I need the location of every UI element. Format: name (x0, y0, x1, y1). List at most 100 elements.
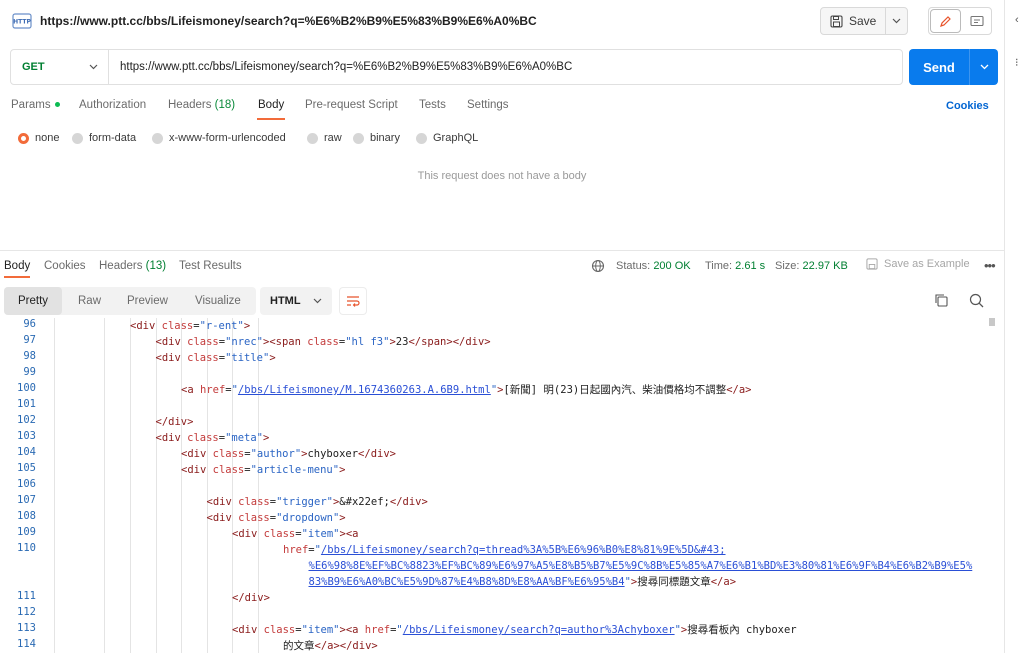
tab-authorization[interactable]: Authorization (79, 99, 146, 111)
tab-headers[interactable]: Headers (18) (168, 99, 235, 111)
code-line: </div> (155, 416, 194, 428)
save-dropdown[interactable] (886, 8, 907, 34)
line-number: 100 (17, 382, 36, 394)
radio-binary[interactable]: binary (353, 132, 400, 144)
line-number: 109 (17, 526, 36, 538)
comment-icon (969, 15, 984, 26)
comments-button[interactable] (962, 8, 991, 34)
indent-guide (156, 318, 157, 653)
collapse-arrow-icon[interactable]: ‹ (1015, 14, 1019, 26)
save-main-button[interactable]: Save (821, 8, 887, 34)
search-icon[interactable] (969, 293, 984, 308)
indent-guide (207, 318, 208, 653)
time-readout: Time: 2.61 s (705, 260, 766, 272)
response-tab-test-results[interactable]: Test Results (179, 260, 242, 272)
line-number: 110 (17, 542, 36, 554)
wrap-lines-icon (347, 296, 360, 307)
view-pretty[interactable]: Pretty (4, 287, 63, 315)
time-value: 2.61 s (735, 260, 766, 272)
method-label: GET (22, 61, 45, 73)
line-number: 111 (17, 590, 36, 602)
save-button[interactable]: Save (820, 7, 908, 35)
view-raw[interactable]: Raw (78, 287, 101, 315)
send-button[interactable]: Send (909, 49, 998, 85)
response-view-selector: Pretty Raw Preview Visualize (4, 287, 256, 315)
line-number: 97 (23, 334, 36, 346)
params-indicator (54, 102, 60, 108)
tab-prerequest-script[interactable]: Pre-request Script (305, 99, 398, 111)
radio-form-data[interactable]: form-data (72, 132, 136, 144)
radio-selected-icon (18, 132, 29, 144)
format-select[interactable]: HTML (260, 287, 332, 315)
scrollbar-thumb[interactable] (989, 318, 995, 326)
copy-icon[interactable] (934, 293, 948, 307)
radio-graphql[interactable]: GraphQL (416, 132, 478, 144)
tab-params[interactable]: Params (11, 99, 60, 111)
response-tab-headers[interactable]: Headers (13) (99, 260, 166, 272)
code-line: <div class="trigger">&#x22ef;</div> (206, 496, 428, 508)
code-line: <div class="title"> (155, 352, 276, 364)
sidebar-toggle-icon[interactable]: ⁝ (1015, 56, 1019, 69)
tab-body[interactable]: Body (258, 99, 284, 111)
view-preview[interactable]: Preview (127, 287, 168, 315)
code-line: <div class="dropdown"> (206, 512, 346, 524)
indent-guide (54, 318, 55, 653)
tab-settings[interactable]: Settings (467, 99, 509, 111)
line-number: 108 (17, 510, 36, 522)
edit-mode-button[interactable] (930, 9, 961, 33)
radio-raw[interactable]: raw (307, 132, 342, 144)
code-line: <div class="item"><a href="/bbs/Lifeismo… (232, 624, 797, 636)
format-label: HTML (270, 295, 301, 307)
tab-tests[interactable]: Tests (419, 99, 446, 111)
method-select[interactable]: GET (11, 50, 109, 84)
indent-guide (104, 318, 105, 653)
view-visualize[interactable]: Visualize (195, 287, 241, 315)
line-number: 98 (23, 350, 36, 362)
code-line: <div class="article-menu"> (181, 464, 346, 476)
more-options-icon[interactable]: ••• (984, 258, 996, 273)
editor-mode-toggle (928, 7, 992, 35)
code-line: <a href="/bbs/Lifeismoney/M.1674360263.A… (181, 384, 752, 396)
line-number: 104 (17, 446, 36, 458)
code-line: 83%B9%E6%A0%BC%E5%9D%87%E4%B8%8D%E8%AA%B… (308, 576, 737, 588)
size-readout: Size: 22.97 KB (775, 260, 848, 272)
save-icon (830, 14, 843, 28)
save-as-example-button[interactable]: Save as Example (866, 258, 970, 270)
save-label: Save (849, 14, 877, 28)
pane-divider[interactable] (0, 250, 1004, 251)
line-number: 103 (17, 430, 36, 442)
send-dropdown[interactable] (970, 49, 998, 85)
radio-none[interactable]: none (18, 132, 59, 144)
code-line: <div class="meta"> (155, 432, 270, 444)
chevron-down-icon (313, 298, 322, 304)
pencil-icon (940, 15, 951, 27)
response-tab-body[interactable]: Body (4, 260, 30, 272)
line-number: 102 (17, 414, 36, 426)
line-number: 113 (17, 622, 36, 634)
send-label[interactable]: Send (909, 49, 970, 85)
globe-icon[interactable] (591, 259, 605, 273)
size-value: 22.97 KB (802, 260, 848, 272)
radio-urlencoded[interactable]: x-www-form-urlencoded (152, 132, 286, 144)
radio-icon (152, 132, 163, 144)
radio-icon (353, 132, 364, 144)
panel-divider (1004, 0, 1005, 653)
url-input[interactable]: https://www.ptt.cc/bbs/Lifeismoney/searc… (109, 61, 572, 73)
indent-guide (130, 318, 131, 653)
line-number: 99 (23, 366, 36, 378)
response-tab-cookies[interactable]: Cookies (44, 260, 86, 272)
code-line: <div class="r-ent"> (130, 320, 251, 332)
scrollbar[interactable] (988, 318, 996, 653)
response-headers-count: (13) (145, 260, 167, 272)
request-title[interactable]: https://www.ptt.cc/bbs/Lifeismoney/searc… (40, 14, 537, 28)
chevron-down-icon (980, 64, 988, 70)
wrap-lines-button[interactable] (339, 287, 367, 315)
status-readout: Status: 200 OK (616, 260, 691, 272)
line-number: 107 (17, 494, 36, 506)
cookies-link[interactable]: Cookies (946, 100, 989, 112)
line-number: 101 (17, 398, 36, 410)
status-value: 200 OK (653, 260, 691, 272)
line-number: 112 (17, 606, 36, 618)
chevron-down-icon (892, 18, 901, 24)
response-code-viewer[interactable]: 96 <div class="r-ent"> 97 <div class="nrec"… (0, 318, 996, 653)
